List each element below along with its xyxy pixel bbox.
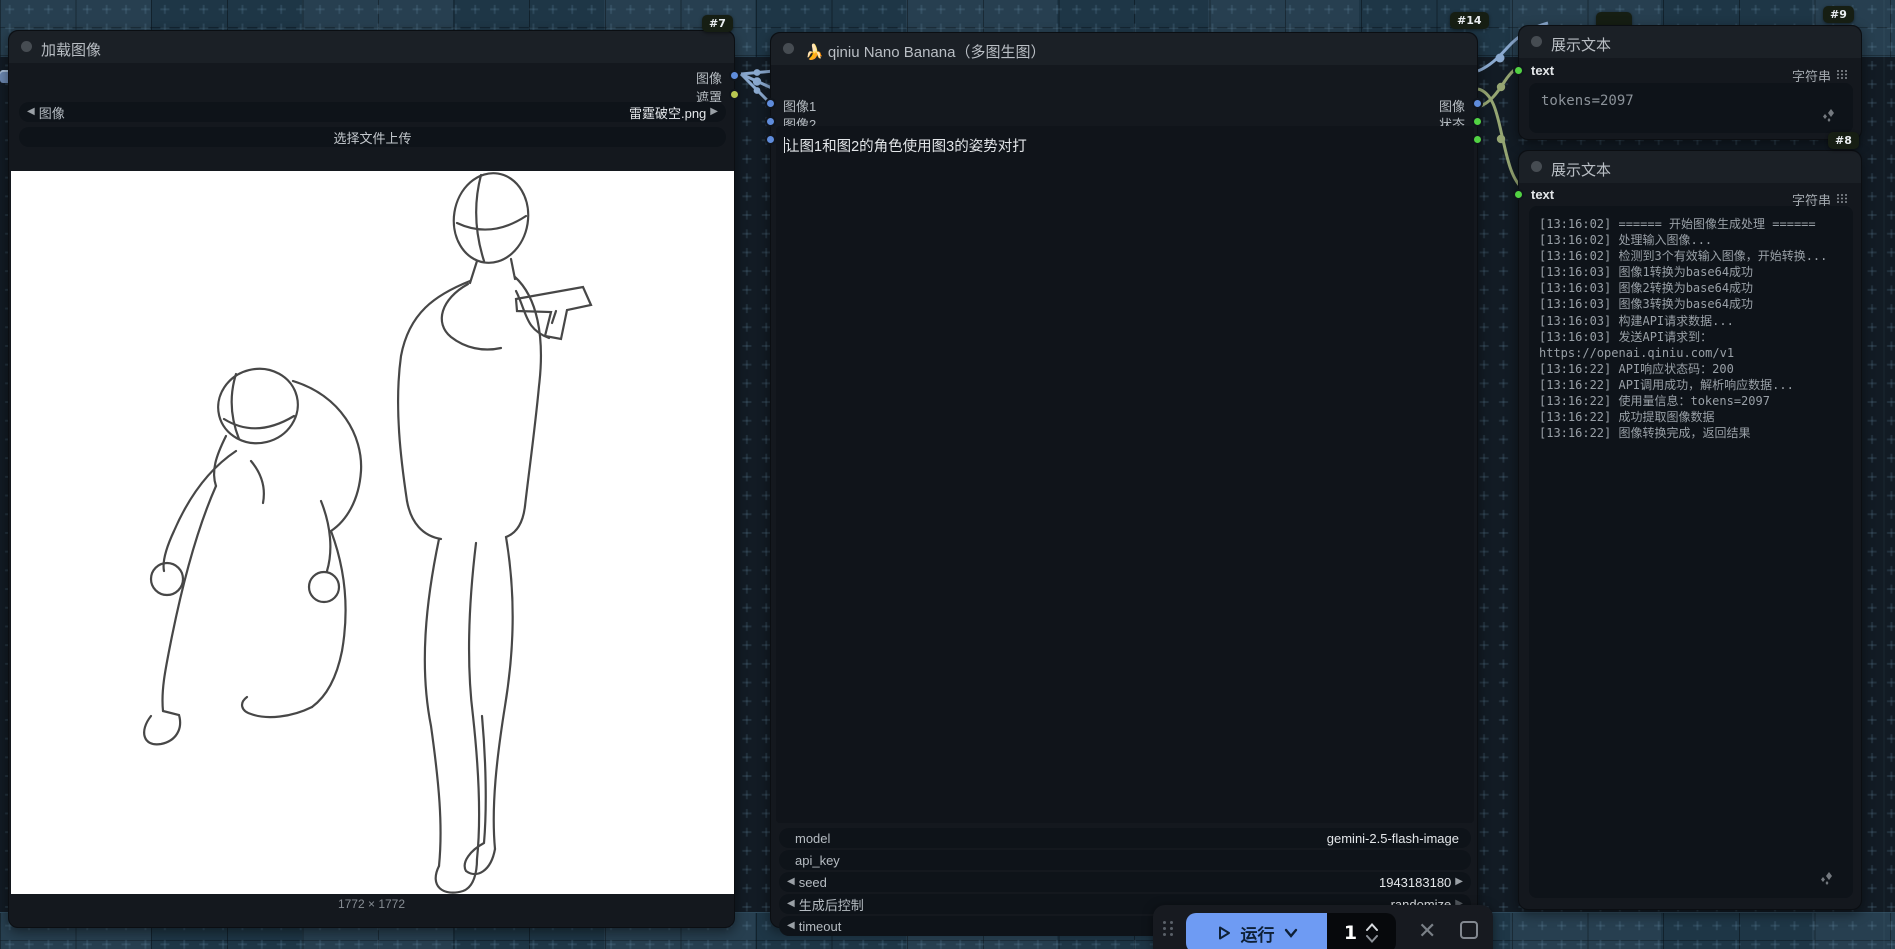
log-line: [13:16:22] 成功提取图像数据 <box>1539 410 1715 425</box>
stop-button[interactable] <box>1460 921 1479 939</box>
node-nano-banana[interactable]: 🍌 qiniu Nano Banana（多图生图） 图像1 图像2 图像3 图像… <box>765 32 1483 936</box>
port-dot-blue-icon[interactable] <box>729 70 740 81</box>
dots-grid-icon <box>1837 70 1847 79</box>
node-badge-7: #7 <box>702 15 733 32</box>
log-line: [13:16:03] 图像3转换为base64成功 <box>1539 297 1754 312</box>
combo-left-arrow-icon[interactable]: ◀ <box>27 102 35 122</box>
image-dimensions-caption: 1772 × 1772 <box>337 897 406 911</box>
banana-icon: 🍌 <box>805 44 824 61</box>
combo-value: 雷霆破空.png <box>628 105 707 121</box>
collapse-dot-icon[interactable] <box>21 41 32 52</box>
node-badge-8: #8 <box>1828 132 1859 149</box>
queue-count-box[interactable]: 1 <box>1327 913 1396 949</box>
log-line: https://openai.qiniu.com/v1 <box>1539 345 1735 360</box>
sparkle-icon <box>1823 109 1834 122</box>
pose-sketch-image <box>11 171 734 894</box>
output-port-image[interactable]: 图像 <box>614 68 740 86</box>
queue-count: 1 <box>1343 922 1358 944</box>
port-dot-blue-icon[interactable] <box>1472 98 1483 109</box>
node-badge-14: #14 <box>1450 12 1489 29</box>
log-line: [13:16:03] 构建API请求数据... <box>1539 313 1734 328</box>
combo-right-arrow-icon[interactable]: ▶ <box>710 102 718 122</box>
dots-grid-icon <box>1837 194 1847 203</box>
sparkle-icon <box>1821 872 1832 885</box>
image-file-combo[interactable]: ◀ 图像 雷霆破空.png ▶ <box>19 102 726 122</box>
queue-toolbar[interactable]: 运行 1 ✕ <box>1153 905 1493 949</box>
log-line: [13:16:22] API调用成功，解析响应数据... <box>1539 377 1794 392</box>
chevron-down-icon[interactable] <box>1284 928 1298 938</box>
port-dot-blue-icon[interactable] <box>765 116 776 127</box>
port-dot-blue-icon[interactable] <box>765 134 776 145</box>
text-input-port[interactable]: text <box>1513 63 1639 79</box>
queue-stepper[interactable] <box>1365 923 1379 943</box>
input-port-image1[interactable]: 图像1 <box>765 96 891 114</box>
log-line: [13:16:22] 图像转换完成，返回结果 <box>1539 426 1751 441</box>
port-dot-green-icon[interactable] <box>1472 116 1483 127</box>
run-button[interactable]: 运行 <box>1186 913 1327 949</box>
port-dot-blue-icon[interactable] <box>765 98 776 109</box>
text-input-port[interactable]: text <box>1513 187 1639 203</box>
display9-header[interactable]: 展示文本 <box>1519 26 1861 58</box>
log-line: [13:16:02] 处理输入图像... <box>1539 233 1713 248</box>
upload-file-button[interactable]: 选择文件上传 <box>19 127 726 147</box>
nano-title: qiniu Nano Banana（多图生图） <box>827 44 1046 61</box>
node-load-image[interactable]: 加载图像 图像 遮罩 ◀ 图像 雷霆破空.png ▶ 选择文件上传 1772 ×… <box>8 30 740 928</box>
api-key-widget[interactable]: api_key <box>779 850 1471 870</box>
port-dot-green-icon[interactable] <box>1513 65 1524 76</box>
model-widget[interactable]: model gemini-2.5-flash-image <box>779 828 1471 848</box>
image-preview <box>11 171 734 894</box>
output-port-mask[interactable]: 遮罩 <box>614 87 740 105</box>
chevron-up-icon[interactable] <box>1365 923 1379 931</box>
prompt-textarea[interactable]: 让图1和图2的角色使用图3的姿势对打 <box>776 126 1474 823</box>
load-image-header[interactable]: 加载图像 <box>9 31 734 63</box>
seed-widget[interactable]: ◀ seed 1943183180 ▶ <box>779 872 1471 892</box>
display8-header[interactable]: 展示文本 <box>1519 151 1861 183</box>
log-line: [13:16:22] API响应状态码：200 <box>1539 361 1734 376</box>
tokens-text: tokens=2097 <box>1541 93 1634 109</box>
load-image-title: 加载图像 <box>41 42 102 59</box>
log-line: [13:16:03] 发送API请求到： <box>1539 329 1713 344</box>
log-line: [13:16:03] 图像2转换为base64成功 <box>1539 281 1754 296</box>
comfyui-canvas[interactable]: { "icons": { "arrow_left": "◀", "arrow_r… <box>0 0 1895 949</box>
combo-label: 图像 <box>38 105 65 121</box>
node-display-text-9[interactable]: 展示文本 text 字符串 tokens=2097 <box>1513 25 1862 140</box>
log-line: [13:16:03] 图像1转换为base64成功 <box>1539 265 1754 280</box>
display9-title: 展示文本 <box>1551 37 1612 54</box>
control-left-arrow-icon[interactable]: ◀ <box>787 894 795 914</box>
prompt-text: 让图1和图2的角色使用图3的姿势对打 <box>785 139 1027 155</box>
seed-left-arrow-icon[interactable]: ◀ <box>787 872 795 892</box>
port-dot-olive-icon[interactable] <box>729 89 740 100</box>
collapse-dot-icon[interactable] <box>1531 36 1542 47</box>
timeout-left-arrow-icon[interactable]: ◀ <box>787 916 795 936</box>
display8-title: 展示文本 <box>1551 162 1612 179</box>
output-port-image[interactable]: 图像 <box>1317 96 1483 114</box>
display8-content[interactable]: [13:16:02] ====== 开始图像生成处理 ====== [13:16… <box>1529 206 1853 898</box>
display9-content[interactable]: tokens=2097 <box>1529 83 1853 133</box>
cancel-button[interactable]: ✕ <box>1418 921 1436 943</box>
log-line: [13:16:22] 使用量信息：tokens=2097 <box>1539 394 1770 409</box>
nano-header[interactable]: 🍌 qiniu Nano Banana（多图生图） <box>771 33 1477 65</box>
log-line: [13:16:02] 检测到3个有效输入图像，开始转换... <box>1539 249 1828 264</box>
log-line: [13:16:02] ====== 开始图像生成处理 ====== <box>1539 217 1816 231</box>
run-pill: 运行 1 <box>1186 913 1396 949</box>
chevron-down-icon[interactable] <box>1365 935 1379 943</box>
toolbar-drag-handle-icon[interactable] <box>1163 921 1174 936</box>
node-display-text-8[interactable]: 展示文本 text 字符串 [13:16:02] ====== 开始图像生成处理… <box>1513 150 1862 910</box>
port-dot-green-icon[interactable] <box>1513 189 1524 200</box>
node-badge-9: #9 <box>1823 6 1854 23</box>
run-label: 运行 <box>1240 925 1275 945</box>
seed-right-arrow-icon[interactable]: ▶ <box>1455 872 1463 892</box>
collapse-dot-icon[interactable] <box>783 43 794 54</box>
play-icon <box>1218 926 1230 940</box>
collapse-dot-icon[interactable] <box>1531 161 1542 172</box>
